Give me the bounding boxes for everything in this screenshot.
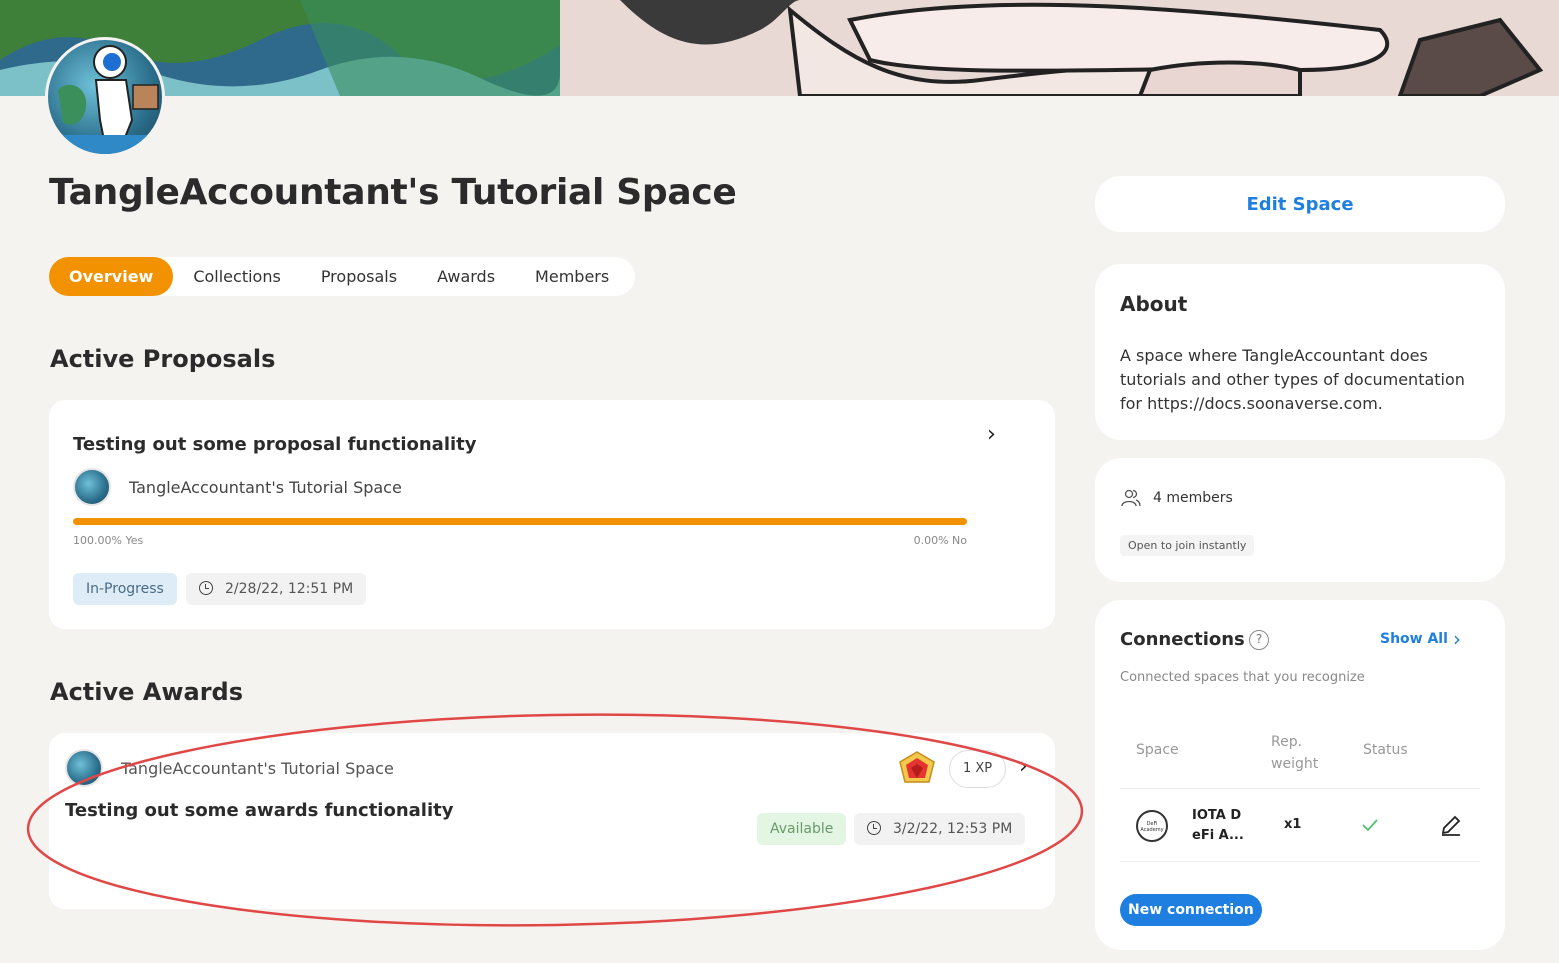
connection-name: IOTA DeFi A...: [1192, 808, 1244, 843]
edit-space-button[interactable]: Edit Space: [1095, 176, 1505, 232]
astronaut-logo-icon: [48, 45, 162, 154]
members-count[interactable]: 4 members: [1153, 490, 1233, 506]
award-space-avatar: [65, 749, 103, 787]
award-space-name: TangleAccountant's Tutorial Space: [121, 759, 394, 778]
space-avatar: [45, 37, 165, 157]
award-date-badge: 3/2/22, 12:53 PM: [854, 813, 1026, 845]
award-card[interactable]: TangleAccountant's Tutorial Space 1 XP ›…: [49, 733, 1055, 909]
tab-collections[interactable]: Collections: [173, 257, 300, 296]
show-all-link[interactable]: Show All: [1380, 631, 1448, 647]
proposal-card[interactable]: Testing out some proposal functionality …: [49, 400, 1055, 629]
chevron-right-icon[interactable]: ›: [1453, 627, 1461, 651]
proposal-date-badge: 2/28/22, 12:51 PM: [186, 573, 367, 605]
col-rep-weight: Rep. weight: [1271, 734, 1319, 772]
chevron-right-icon[interactable]: ›: [987, 422, 996, 447]
proposal-space-name: TangleAccountant's Tutorial Space: [129, 478, 402, 497]
col-space: Space: [1136, 742, 1179, 758]
connection-weight: x1: [1284, 817, 1302, 832]
proposal-title: Testing out some proposal functionality: [73, 434, 477, 455]
award-date: 3/2/22, 12:53 PM: [893, 821, 1013, 837]
page-title: TangleAccountant's Tutorial Space: [49, 172, 737, 213]
members-card: 4 members Open to join instantly: [1095, 458, 1505, 582]
connection-row: DeFi Academy IOTA DeFi A... x1: [1120, 788, 1480, 862]
active-awards-heading: Active Awards: [50, 678, 244, 706]
clock-icon: [199, 581, 213, 595]
tab-members[interactable]: Members: [515, 257, 629, 296]
cover-banner: [0, 0, 1559, 96]
edit-space-label: Edit Space: [1246, 193, 1354, 215]
members-icon: [1121, 489, 1141, 507]
tab-bar: Overview Collections Proposals Awards Me…: [49, 257, 635, 296]
connections-title: Connections: [1120, 629, 1245, 650]
active-proposals-heading: Active Proposals: [50, 345, 276, 373]
proposal-date: 2/28/22, 12:51 PM: [225, 581, 354, 597]
clock-icon: [867, 821, 881, 835]
connections-subtitle: Connected spaces that you recognize: [1120, 670, 1365, 685]
about-text: A space where TangleAccountant does tuto…: [1120, 346, 1465, 413]
help-icon[interactable]: ?: [1249, 630, 1269, 650]
join-badge: Open to join instantly: [1120, 535, 1255, 556]
yes-percentage: 100.00% Yes: [73, 534, 144, 547]
edit-pencil-icon[interactable]: [1440, 814, 1462, 836]
xp-badge: 1 XP: [949, 750, 1007, 788]
check-icon: [1362, 819, 1378, 832]
award-status-badge: Available: [757, 813, 847, 845]
proposal-space-avatar: [73, 468, 111, 506]
col-status: Status: [1363, 742, 1408, 758]
banner-art: [0, 0, 1559, 96]
award-title: Testing out some awards functionality: [65, 800, 454, 821]
vote-progress-fill: [73, 518, 967, 525]
connections-card: Connections ? Show All › Connected space…: [1095, 600, 1505, 950]
vote-progress-track: [73, 518, 967, 525]
about-card: About A space where TangleAccountant doe…: [1095, 264, 1505, 440]
tab-awards[interactable]: Awards: [417, 257, 515, 296]
tab-proposals[interactable]: Proposals: [301, 257, 417, 296]
award-badge-icon: [899, 751, 935, 783]
new-connection-button[interactable]: New connection: [1120, 894, 1262, 926]
status-badge: In-Progress: [73, 573, 177, 605]
about-title: About: [1120, 292, 1188, 316]
no-percentage: 0.00% No: [913, 534, 967, 547]
defi-academy-logo: DeFi Academy: [1136, 810, 1168, 842]
tab-overview[interactable]: Overview: [49, 257, 174, 296]
chevron-right-icon[interactable]: ›: [1019, 754, 1028, 779]
